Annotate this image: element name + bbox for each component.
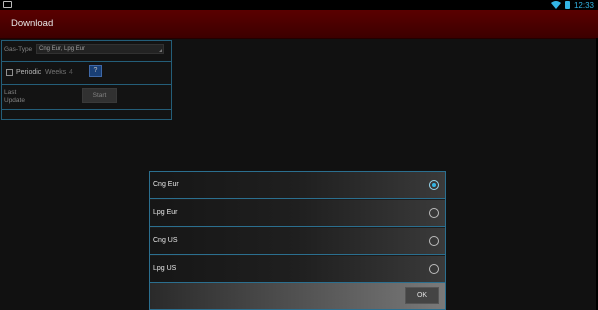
ok-button[interactable]: OK [405,287,439,304]
option-label: Cng US [153,237,178,244]
option-lpg-us[interactable]: Lpg US [150,256,445,283]
option-label: Lpg Eur [153,209,178,216]
gas-type-dialog: Cng Eur Lpg Eur Cng US Lpg US OK [149,171,446,310]
clock: 12:33 [573,0,594,10]
wifi-icon [550,1,561,9]
option-cng-us[interactable]: Cng US [150,228,445,255]
notification-icon [3,1,12,8]
radio-unselected-icon[interactable] [429,264,439,274]
option-label: Lpg US [153,265,177,272]
radio-unselected-icon[interactable] [429,236,439,246]
option-lpg-eur[interactable]: Lpg Eur [150,200,445,227]
dialog-footer: OK [150,283,445,309]
option-label: Cng Eur [153,181,179,188]
radio-selected-icon[interactable] [429,180,439,190]
option-cng-eur[interactable]: Cng Eur [150,172,445,199]
battery-icon [564,1,570,9]
radio-unselected-icon[interactable] [429,208,439,218]
page-title: Download [11,18,54,29]
status-icons: 12:33 [550,0,594,10]
action-bar: Download [0,10,598,39]
status-bar: 12:33 [0,0,598,10]
